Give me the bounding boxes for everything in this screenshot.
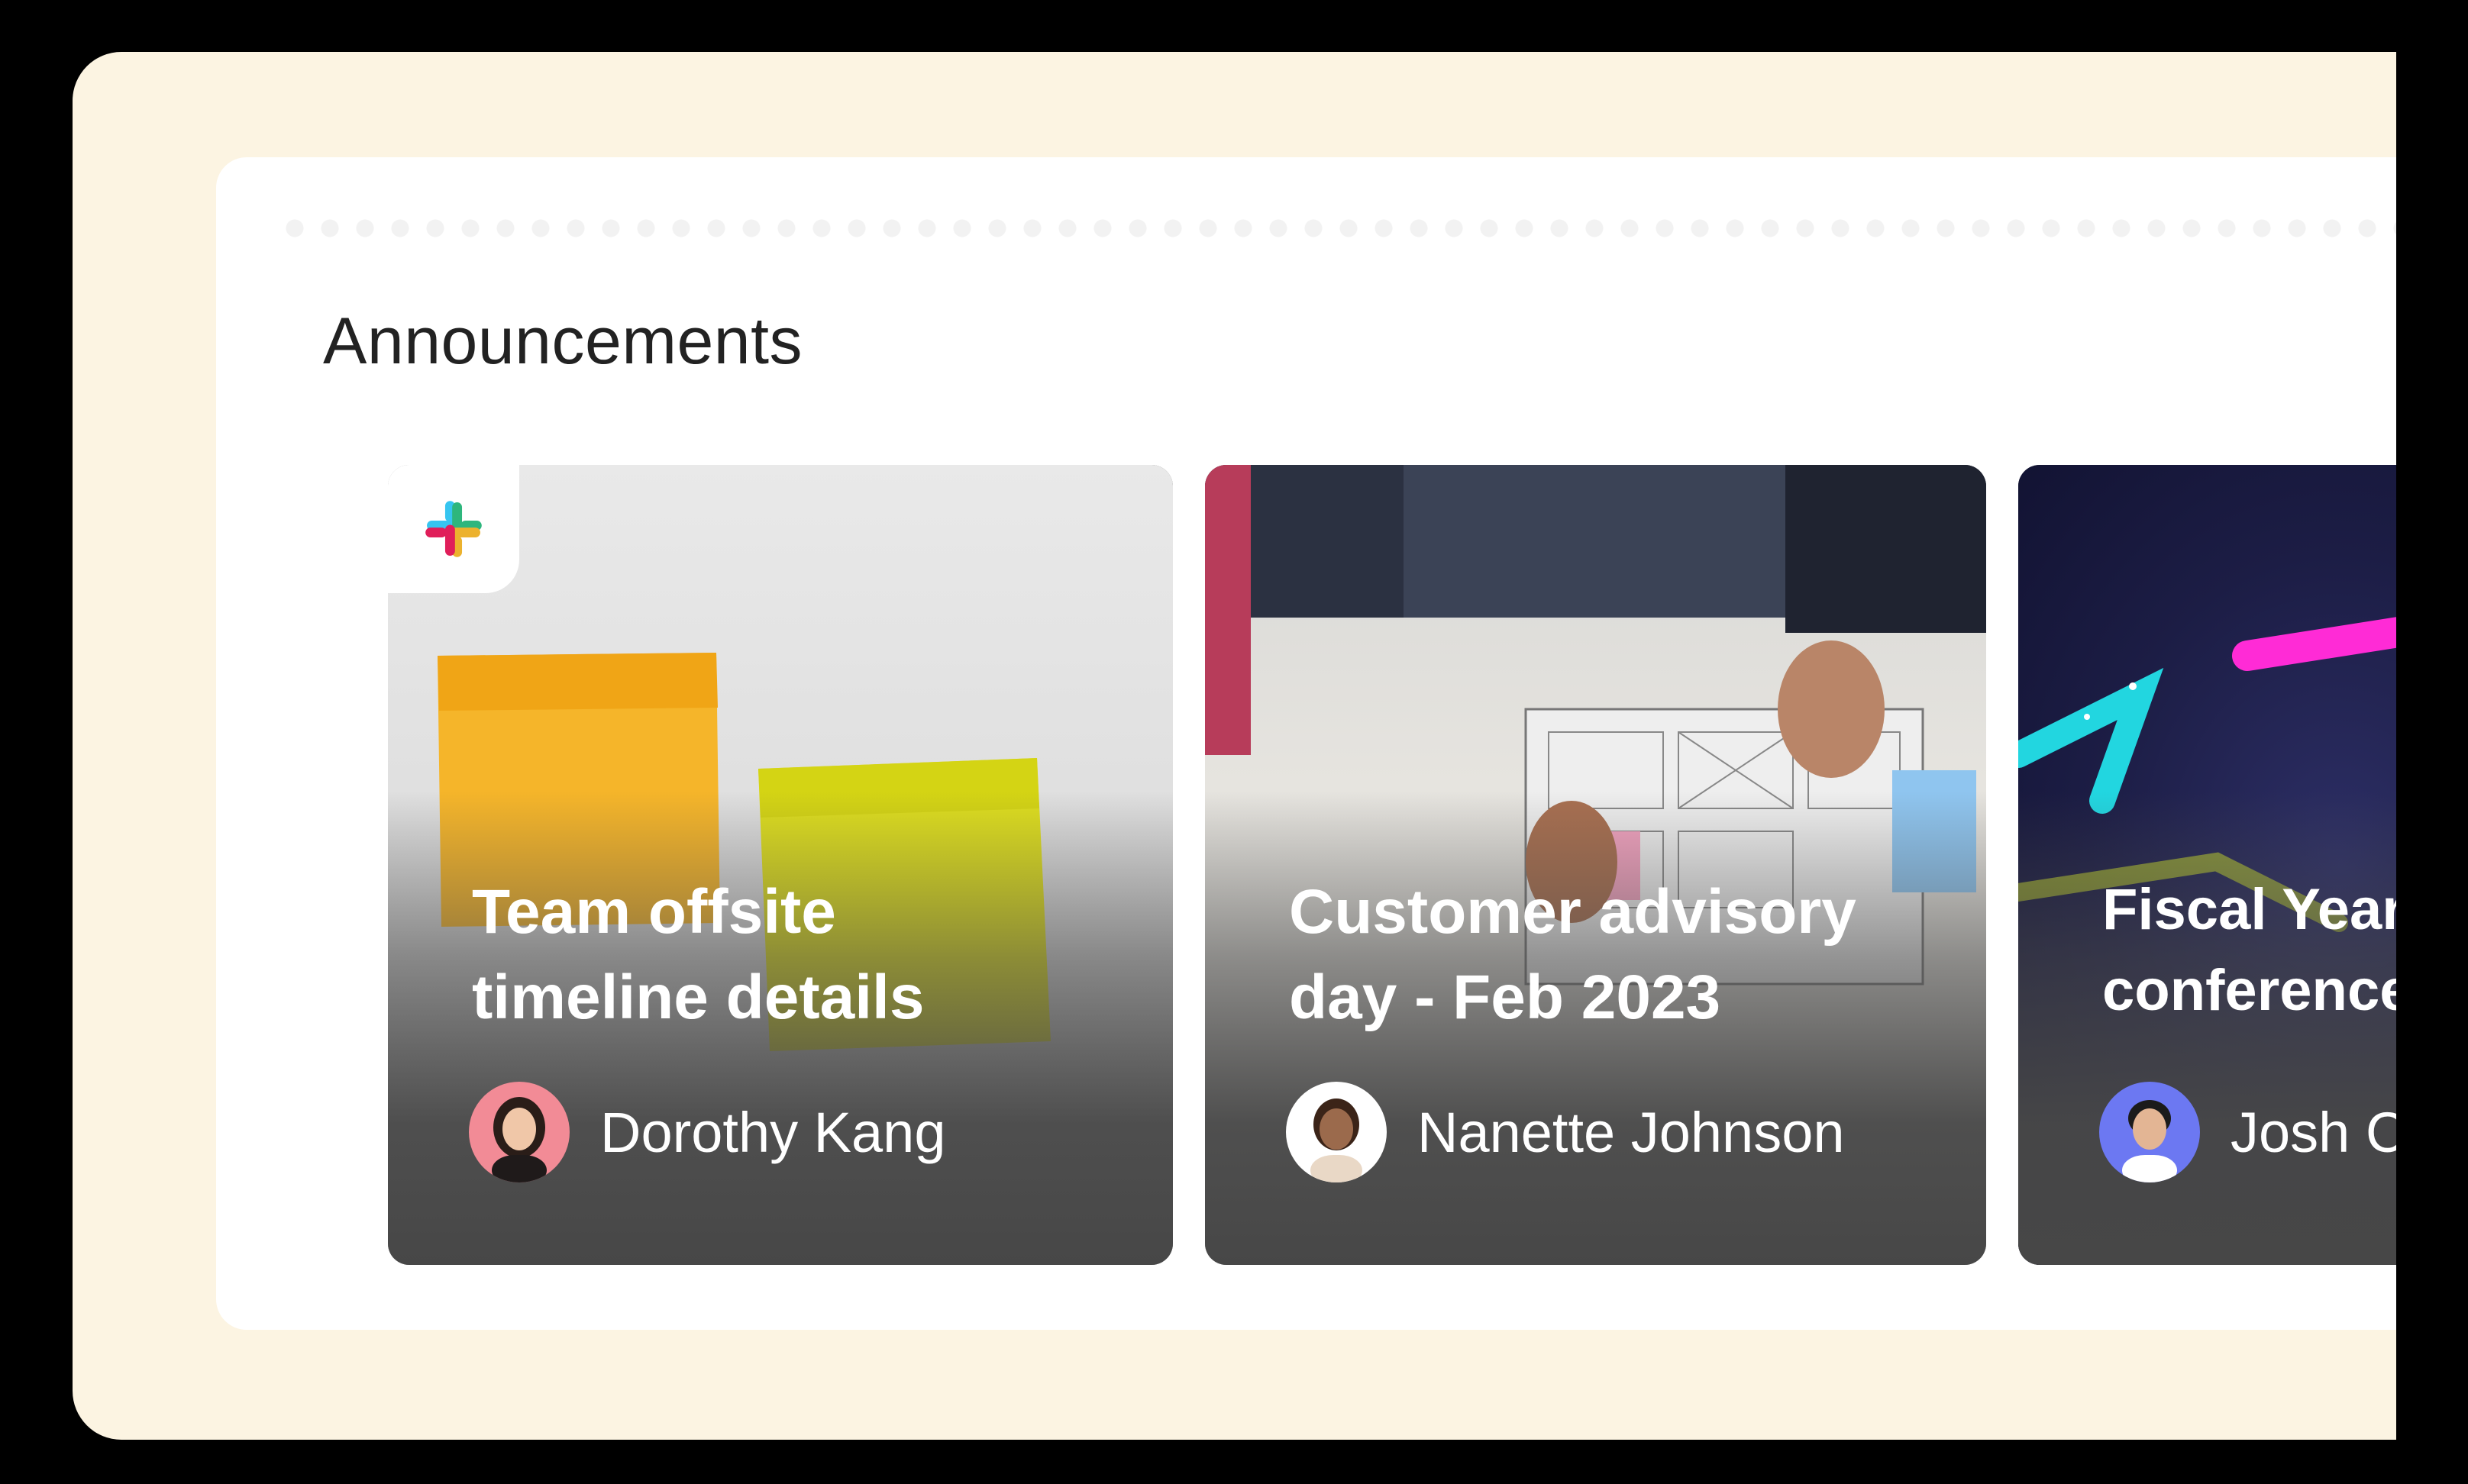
slack-badge xyxy=(388,465,519,593)
card-title-line-2: day - Feb 2023 xyxy=(1289,963,1721,1032)
avatar xyxy=(2099,1082,2200,1182)
author-name: Dorothy Kang xyxy=(600,1100,946,1164)
card-author: Nanette Johnson xyxy=(1286,1082,1845,1182)
author-name: Josh Cha xyxy=(2231,1100,2396,1164)
section-title: Announcements xyxy=(323,305,803,378)
card-title-line-1: Customer advisory xyxy=(1289,877,1856,947)
slack-logo-icon xyxy=(425,501,482,557)
card-title: Fiscal Year res conference xyxy=(2102,869,2396,1031)
decorative-dots xyxy=(277,202,2396,255)
card-author: Dorothy Kang xyxy=(469,1082,946,1182)
card-title-line-1: Fiscal Year res xyxy=(2102,877,2396,942)
card-title: Team offsite timeline details xyxy=(472,869,1159,1040)
announcements-panel: Announcements Team offsite timeline deta… xyxy=(216,157,2396,1330)
avatar xyxy=(1286,1082,1387,1182)
card-title-line-2: conference xyxy=(2102,958,2396,1023)
announcement-card-customer-advisory[interactable]: Customer advisory day - Feb 2023 Nanette… xyxy=(1205,465,1986,1265)
card-author: Josh Cha xyxy=(2099,1082,2396,1182)
app-frame: Announcements Team offsite timeline deta… xyxy=(73,52,2396,1440)
avatar xyxy=(469,1082,570,1182)
announcement-card-team-offsite[interactable]: Team offsite timeline details Dorothy Ka… xyxy=(388,465,1173,1265)
announcement-card-fiscal-year[interactable]: Fiscal Year res conference Josh Cha xyxy=(2018,465,2396,1265)
card-title: Customer advisory day - Feb 2023 xyxy=(1289,869,1976,1040)
card-title-line-2: timeline details xyxy=(472,963,925,1032)
card-title-line-1: Team offsite xyxy=(472,877,836,947)
author-name: Nanette Johnson xyxy=(1417,1100,1845,1164)
